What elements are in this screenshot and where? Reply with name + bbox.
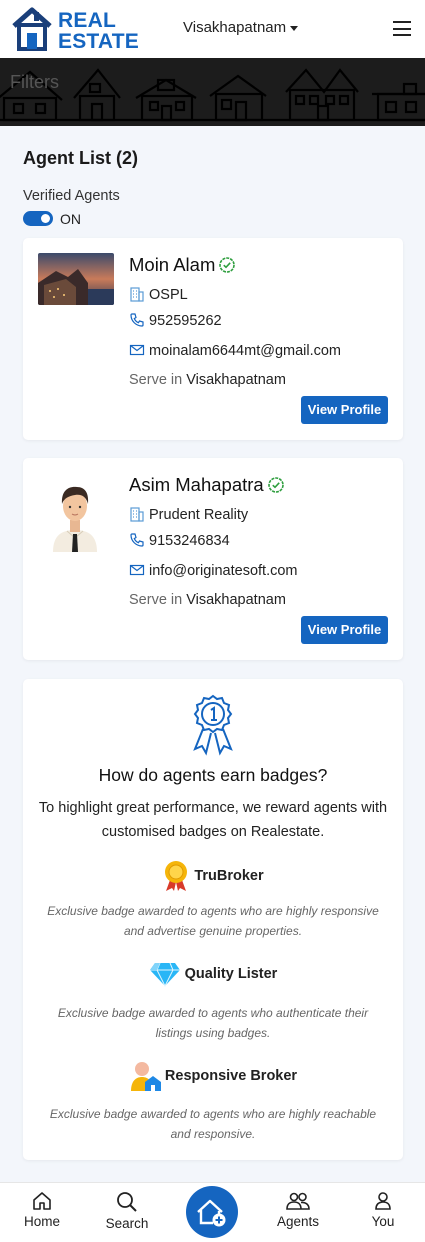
agent-list-title: Agent List (2) [23,148,138,168]
verified-check-icon [219,257,236,273]
house-logo-icon [12,7,52,51]
city-label: Visakhapatnam [183,19,287,36]
nav-you[interactable]: You [366,1191,400,1229]
agent-name[interactable]: Moin Alam [129,254,236,276]
user-icon [375,1192,391,1210]
nav-home[interactable]: Home [22,1191,62,1229]
logo[interactable]: REAL ESTATE [10,4,150,54]
badges-description: To highlight great performance, we rewar… [38,800,388,840]
agent-card: Moin Alam OSPL 952595262 moinalam6644mt@… [23,238,403,440]
company-text: Prudent Reality [149,507,249,523]
badges-info-card: How do agents earn badges? To highlight … [23,679,403,1160]
badge-description: Exclusive badge awarded to agents who ar… [47,904,379,938]
agent-name-text: Moin Alam [129,254,216,275]
nav-agents-label: Agents [276,1214,320,1229]
agent-company: OSPL [129,286,188,303]
badge-trubroker: TruBroker [23,860,403,892]
serve-city: Visakhapatnam [186,592,286,608]
agent-avatar [47,476,103,552]
agent-phone[interactable]: 9153246834 [129,532,230,549]
view-profile-button[interactable]: View Profile [301,616,388,644]
houses-illustration [0,68,425,122]
city-selector[interactable]: Visakhapatnam [183,19,299,36]
agent-email[interactable]: info@originatesoft.com [129,562,298,579]
phone-text: 952595262 [149,313,222,329]
serve-prefix: Serve in [129,592,183,608]
mail-icon [129,564,145,576]
nav-search[interactable]: Search [104,1191,150,1231]
agent-photo [38,253,114,305]
logo-text-line1: REAL [58,9,116,32]
top-bar: REAL ESTATE Visakhapatnam [0,0,425,58]
serve-city: Visakhapatnam [186,372,286,388]
hamburger-menu-icon[interactable] [393,21,411,36]
email-text: moinalam6644mt@gmail.com [149,343,342,359]
trubroker-medal-icon [165,861,188,891]
verified-agents-toggle[interactable] [23,211,53,226]
view-profile-button[interactable]: View Profile [301,396,388,424]
broker-icon [130,1062,161,1091]
agent-phone[interactable]: 952595262 [129,312,222,329]
badge-description: Exclusive badge awarded to agents who au… [57,1006,369,1040]
phone-text: 9153246834 [149,533,230,549]
badges-title: How do agents earn badges? [98,765,328,785]
badge-description: Exclusive badge awarded to agents who ar… [49,1107,377,1141]
award-ribbon-icon [193,694,233,756]
building-icon [130,507,144,522]
toggle-state-label: ON [60,211,81,227]
agent-serve-city: Serve in Visakhapatnam [129,592,286,608]
mail-icon [129,344,145,356]
home-icon [33,1192,51,1210]
filters-banner[interactable]: Filters [0,58,425,126]
phone-icon [130,533,144,547]
caret-down-icon [290,25,299,31]
nav-you-label: You [371,1214,395,1229]
verified-check-icon [267,477,284,493]
logo-text-line2: ESTATE [58,30,139,53]
nav-agents[interactable]: Agents [274,1191,322,1229]
badge-name: Responsive Broker [164,1067,298,1084]
badge-name: TruBroker [194,867,264,884]
badge-name: Quality Lister [184,965,278,982]
badge-responsive-broker: Responsive Broker [23,1060,403,1092]
agent-card: Asim Mahapatra Prudent Reality 915324683… [23,458,403,660]
verified-agents-label: Verified Agents [23,188,120,204]
badge-quality-lister: Quality Lister [23,961,403,988]
search-icon [117,1192,137,1212]
company-text: OSPL [149,287,188,303]
bottom-navigation: Home Search Agents You [0,1182,425,1242]
nav-search-label: Search [105,1216,149,1231]
agent-email[interactable]: moinalam6644mt@gmail.com [129,342,341,359]
filters-label: Filters [10,72,59,92]
house-add-icon [197,1199,226,1227]
diamond-icon [149,962,180,988]
serve-prefix: Serve in [129,372,183,388]
add-property-button[interactable] [186,1186,238,1238]
agent-serve-city: Serve in Visakhapatnam [129,372,286,388]
phone-icon [130,313,144,327]
agent-name-text: Asim Mahapatra [129,474,264,495]
agent-company: Prudent Reality [129,506,248,523]
email-text: info@originatesoft.com [149,563,298,579]
building-icon [130,287,144,302]
nav-home-label: Home [23,1214,60,1229]
agents-icon [286,1192,310,1210]
agent-name[interactable]: Asim Mahapatra [129,474,284,496]
